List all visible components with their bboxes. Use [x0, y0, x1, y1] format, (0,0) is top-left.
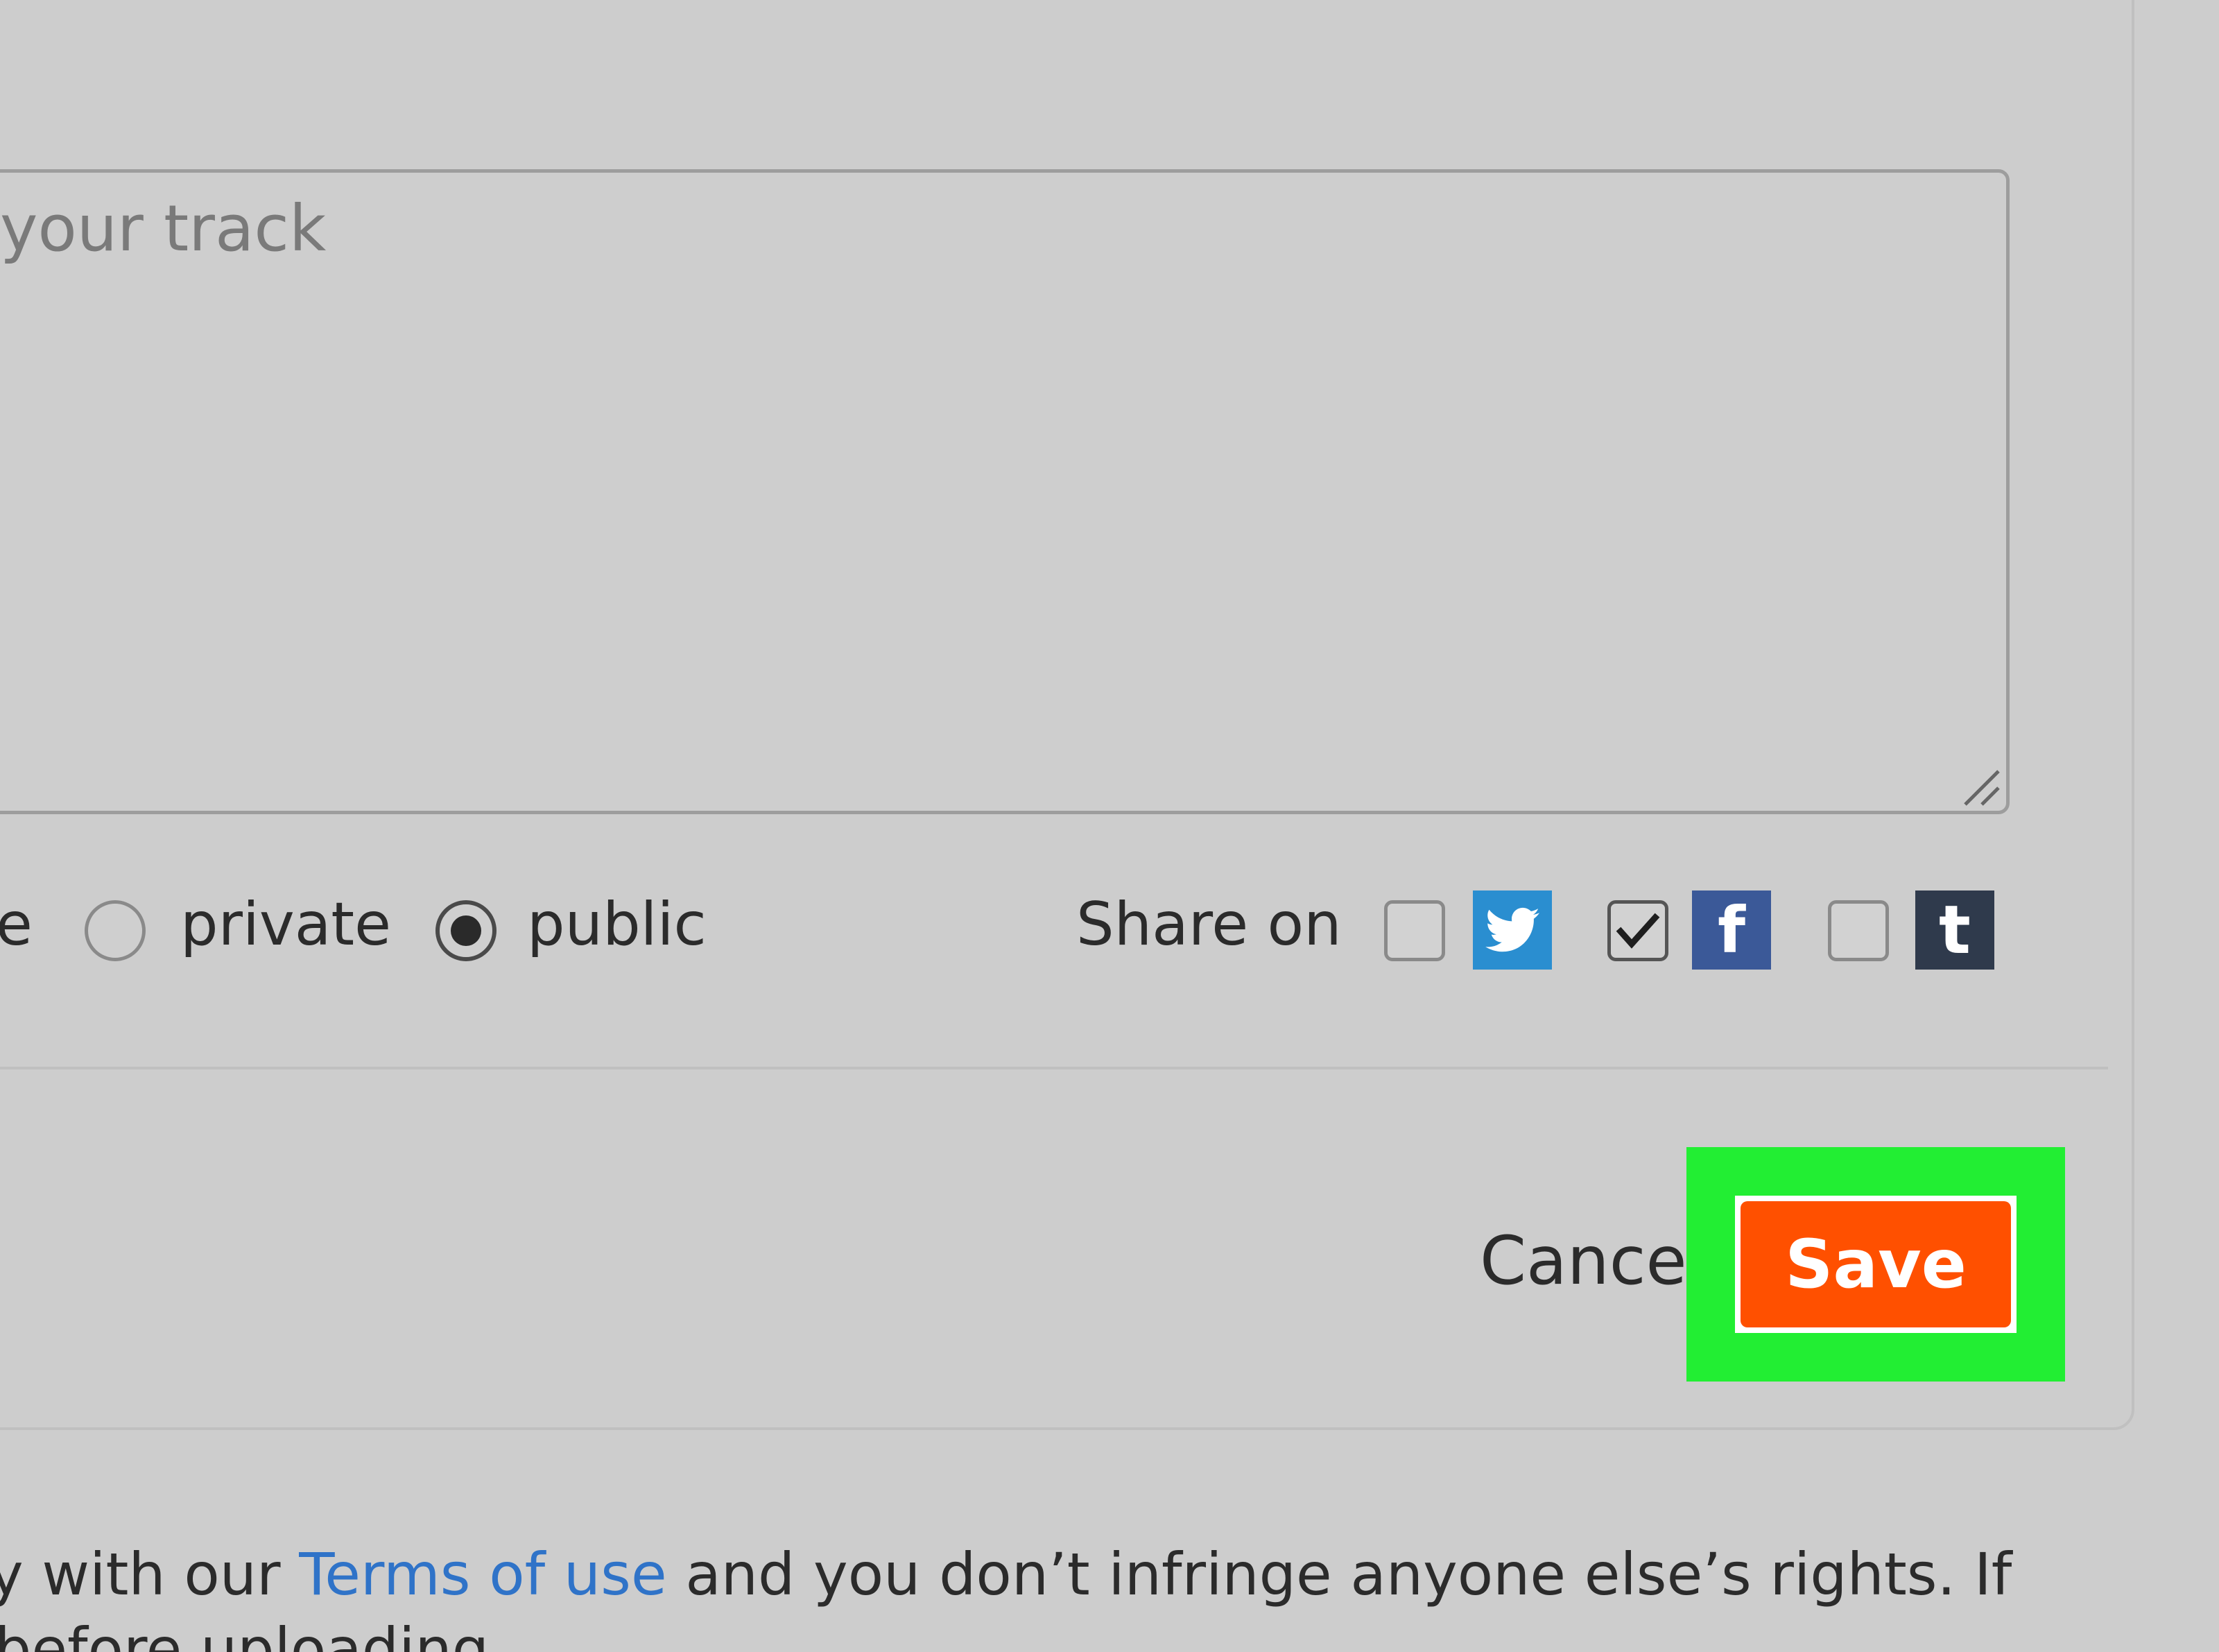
description-placeholder: your track: [0, 191, 327, 266]
description-textarea[interactable]: [0, 169, 2010, 814]
privacy-private-label[interactable]: private: [180, 895, 391, 954]
save-button-label: Save: [1741, 1201, 2011, 1327]
terms-notice-suffix: and you don’t infringe anyone else’s rig…: [666, 1540, 2012, 1608]
terms-of-use-link[interactable]: Terms of use: [299, 1540, 666, 1608]
share-twitter-checkbox[interactable]: [1384, 900, 1445, 961]
checkmark-icon: [1616, 913, 1660, 949]
share-tumblr-checkbox[interactable]: [1828, 900, 1889, 961]
terms-notice: y with our Terms of use and you don’t in…: [0, 1545, 2012, 1603]
facebook-icon: f: [1692, 890, 1771, 970]
terms-notice-line2: before uploading.: [0, 1615, 508, 1652]
privacy-public-radio[interactable]: [435, 900, 497, 961]
save-button[interactable]: Save: [1735, 1196, 2017, 1333]
privacy-label: e: [0, 890, 33, 959]
twitter-icon: [1473, 890, 1552, 970]
upload-edit-screen: your track e private public Share on f t…: [0, 0, 2219, 1652]
resize-grip-icon[interactable]: [1955, 766, 2004, 807]
privacy-public-label[interactable]: public: [527, 895, 707, 954]
share-facebook-checkbox[interactable]: [1607, 900, 1668, 961]
radio-selected-dot: [451, 915, 481, 946]
share-on-label: Share on: [1076, 890, 1342, 959]
terms-notice-prefix: y with our: [0, 1540, 300, 1608]
tumblr-icon: t: [1915, 890, 1994, 970]
twitter-bird-glyph: [1485, 907, 1539, 952]
cancel-button[interactable]: Cancel: [1480, 1228, 1705, 1294]
privacy-private-radio[interactable]: [85, 900, 146, 961]
card-divider: [0, 1067, 2108, 1069]
